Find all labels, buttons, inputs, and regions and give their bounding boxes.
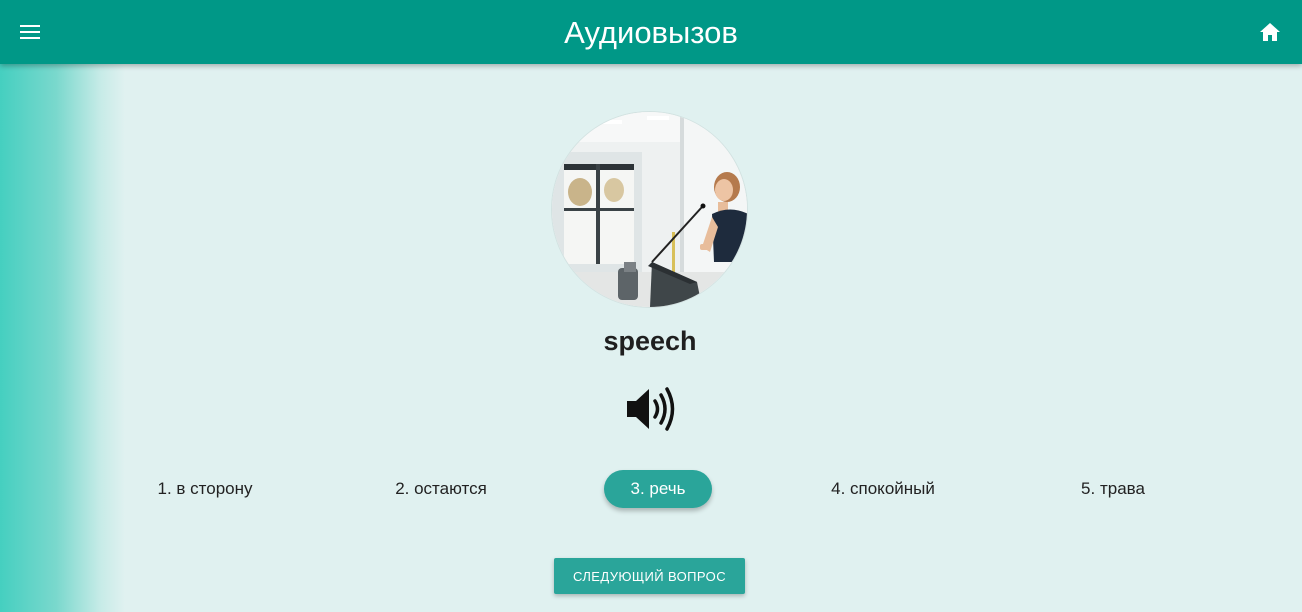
answer-option-1[interactable]: 1. в сторону [150, 470, 260, 508]
left-decorative-gradient [0, 64, 125, 612]
answer-option-2[interactable]: 2. остаются [386, 470, 496, 508]
menu-icon [20, 25, 40, 39]
answer-option-4[interactable]: 4. спокойный [818, 470, 948, 508]
play-audio-button[interactable] [620, 382, 680, 436]
home-button[interactable] [1252, 14, 1288, 50]
speaker-icon [627, 387, 675, 431]
question-word: speech [603, 326, 697, 356]
next-question-button[interactable]: Следующий вопрос [554, 558, 745, 594]
menu-button[interactable] [12, 14, 48, 50]
answer-option-5[interactable]: 5. трава [1068, 470, 1158, 508]
app-bar: Аудиовызов [0, 0, 1302, 64]
page-title: Аудиовызов [564, 15, 738, 50]
home-icon [1260, 23, 1280, 41]
answer-option-3[interactable]: 3. речь [604, 470, 712, 508]
question-picture [552, 112, 747, 307]
